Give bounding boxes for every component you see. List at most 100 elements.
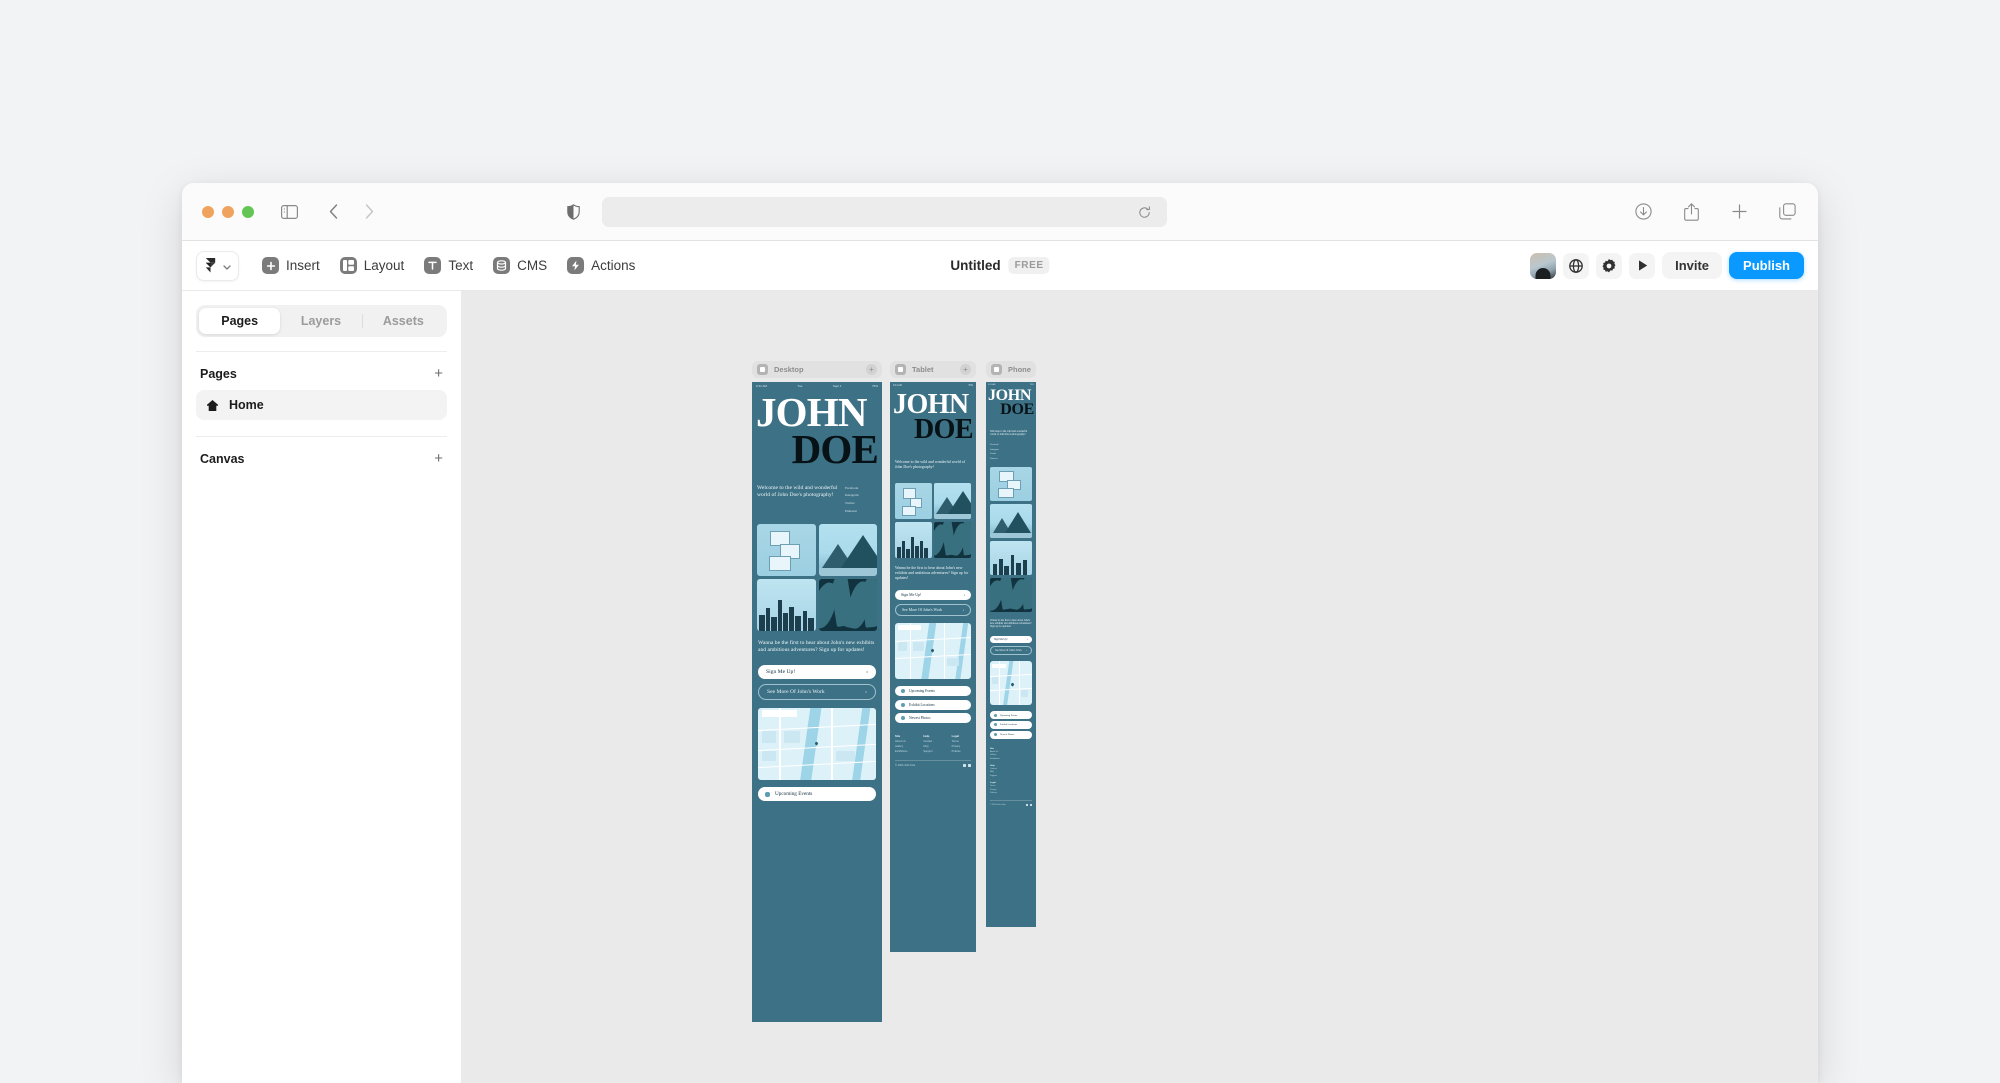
share-icon[interactable] <box>1678 199 1704 225</box>
list-item[interactable]: Upcoming Events <box>990 711 1032 719</box>
footer-link[interactable]: Support <box>990 775 1032 777</box>
tab-overview-icon[interactable] <box>1774 199 1800 225</box>
frame-phone-label[interactable]: Phone <box>986 361 1036 378</box>
downloads-icon[interactable] <box>1630 199 1656 225</box>
see-more-work-button[interactable]: See More Of John's Work › <box>990 646 1032 656</box>
frame-tablet[interactable]: Tablet + 9:41 AM 76% JOHN DOE Welcome to… <box>890 361 976 952</box>
photo-brutalist-building[interactable] <box>990 466 1032 501</box>
frame-desktop-add-button[interactable]: + <box>866 364 877 375</box>
social-link-twitter[interactable]: Twitter <box>990 453 1032 455</box>
footer-link[interactable]: Gallery <box>990 754 1032 756</box>
sign-me-up-button[interactable]: Sign Me Up! › <box>758 665 876 680</box>
photo-mountain-range[interactable] <box>990 503 1032 538</box>
photo-palm-leaves[interactable] <box>990 577 1032 612</box>
maximize-window-button[interactable] <box>242 205 254 218</box>
see-more-work-button[interactable]: See More Of John's Work › <box>758 684 876 701</box>
social-link-pinterest[interactable]: Pinterest <box>990 458 1032 460</box>
map-embed[interactable] <box>758 708 876 781</box>
reload-icon[interactable] <box>1131 199 1157 225</box>
sidebar-item-home[interactable]: Home <box>196 390 447 420</box>
tab-pages[interactable]: Pages <box>199 308 281 334</box>
tab-assets[interactable]: Assets <box>363 308 444 334</box>
photo-city-skyline[interactable] <box>990 540 1032 575</box>
footer-link[interactable]: Policies <box>952 750 971 753</box>
list-item[interactable]: Exhibit Locations <box>990 721 1032 729</box>
new-tab-plus-icon[interactable] <box>1726 199 1752 225</box>
list-item[interactable]: Upcoming Events <box>758 787 876 802</box>
sign-me-up-button[interactable]: Sign Me Up! › <box>990 635 1032 644</box>
toolbar-actions-button[interactable]: Actions <box>558 251 644 280</box>
photo-brutalist-building[interactable] <box>757 523 816 576</box>
desktop-page-preview[interactable]: 9:41 AM Tue Sept 1 76% JOHN DOE Welcome … <box>752 382 882 1022</box>
facebook-icon[interactable] <box>1025 803 1029 806</box>
footer-link[interactable]: Contact <box>923 740 942 743</box>
document-title-group[interactable]: Untitled FREE <box>950 257 1050 274</box>
footer-link[interactable]: Terms <box>952 740 971 743</box>
sign-me-up-button[interactable]: Sign Me Up! › <box>895 590 971 601</box>
frame-phone[interactable]: Phone 9:41 AM 76% JOHN DOE Welcome to th… <box>986 361 1036 927</box>
list-item[interactable]: Exhibit Locations <box>895 699 971 710</box>
photo-city-skyline[interactable] <box>757 578 816 631</box>
privacy-shield-icon[interactable] <box>560 199 586 225</box>
footer-link[interactable]: Contact <box>990 768 1032 770</box>
social-link-facebook[interactable]: Facebook <box>990 444 1032 446</box>
social-link-twitter[interactable]: Twitter <box>845 501 877 505</box>
footer-link[interactable]: Support <box>923 750 942 753</box>
photo-palm-leaves[interactable] <box>934 521 971 558</box>
toolbar-cms-button[interactable]: CMS <box>484 251 556 280</box>
address-bar[interactable] <box>602 197 1167 227</box>
toolbar-insert-button[interactable]: Insert <box>253 251 329 280</box>
framer-logo-menu-button[interactable] <box>196 250 239 281</box>
footer-link[interactable]: Policies <box>990 792 1032 794</box>
invite-button[interactable]: Invite <box>1662 252 1723 279</box>
footer-link[interactable]: Privacy <box>990 789 1032 791</box>
footer-link[interactable]: Exhibitions <box>990 758 1032 760</box>
photo-mountain-range[interactable] <box>934 483 971 520</box>
add-canvas-button[interactable]: + <box>434 451 443 466</box>
phone-page-preview[interactable]: 9:41 AM 76% JOHN DOE Welcome to the wild… <box>986 382 1036 927</box>
social-link-instagram[interactable]: Instagram <box>845 493 877 497</box>
minimize-window-button[interactable] <box>222 205 234 218</box>
instagram-icon[interactable] <box>1029 803 1032 806</box>
gear-icon[interactable] <box>1596 252 1623 279</box>
footer-link[interactable]: FAQ <box>923 745 942 748</box>
forward-arrow-icon[interactable] <box>356 199 382 225</box>
list-item[interactable]: Newest Photos <box>990 731 1032 739</box>
list-item[interactable]: Upcoming Events <box>895 686 971 697</box>
see-more-work-button[interactable]: See More Of John's Work › <box>895 604 971 617</box>
photo-mountain-range[interactable] <box>818 523 877 576</box>
footer-link[interactable]: Exhibitions <box>895 750 914 753</box>
footer-link[interactable]: Terms <box>990 785 1032 787</box>
toolbar-layout-button[interactable]: Layout <box>331 251 414 280</box>
publish-button[interactable]: Publish <box>1729 252 1804 279</box>
close-window-button[interactable] <box>202 205 214 218</box>
social-link-facebook[interactable]: Facebook <box>845 486 877 490</box>
footer-link[interactable]: Privacy <box>952 745 971 748</box>
instagram-icon[interactable] <box>968 764 971 768</box>
globe-icon[interactable] <box>1563 252 1590 279</box>
facebook-icon[interactable] <box>963 764 966 768</box>
sidebar-toggle-icon[interactable] <box>276 199 302 225</box>
play-icon[interactable] <box>1629 252 1656 279</box>
frame-desktop[interactable]: Desktop + 9:41 AM Tue Sept 1 76% JOHN DO… <box>752 361 882 1022</box>
tablet-page-preview[interactable]: 9:41 AM 76% JOHN DOE Welcome to the wild… <box>890 382 976 952</box>
list-item[interactable]: Newest Photos <box>895 713 971 724</box>
footer-link[interactable]: About Us <box>895 740 914 743</box>
frame-tablet-add-button[interactable]: + <box>960 364 971 375</box>
map-embed[interactable] <box>895 623 971 680</box>
social-link-instagram[interactable]: Instagram <box>990 449 1032 451</box>
map-embed[interactable] <box>990 661 1032 706</box>
tab-layers[interactable]: Layers <box>280 308 361 334</box>
photo-palm-leaves[interactable] <box>818 578 877 631</box>
frame-tablet-label[interactable]: Tablet + <box>890 361 976 378</box>
toolbar-text-button[interactable]: Text <box>415 251 482 280</box>
footer-link[interactable]: FAQ <box>990 771 1032 773</box>
photo-city-skyline[interactable] <box>895 521 932 558</box>
design-canvas[interactable]: Desktop + 9:41 AM Tue Sept 1 76% JOHN DO… <box>462 291 1818 1083</box>
back-arrow-icon[interactable] <box>320 199 346 225</box>
add-page-button[interactable]: + <box>434 366 443 381</box>
footer-link[interactable]: Gallery <box>895 745 914 748</box>
footer-link[interactable]: About Us <box>990 751 1032 753</box>
photo-brutalist-building[interactable] <box>895 483 932 520</box>
social-link-pinterest[interactable]: Pinterest <box>845 509 877 513</box>
